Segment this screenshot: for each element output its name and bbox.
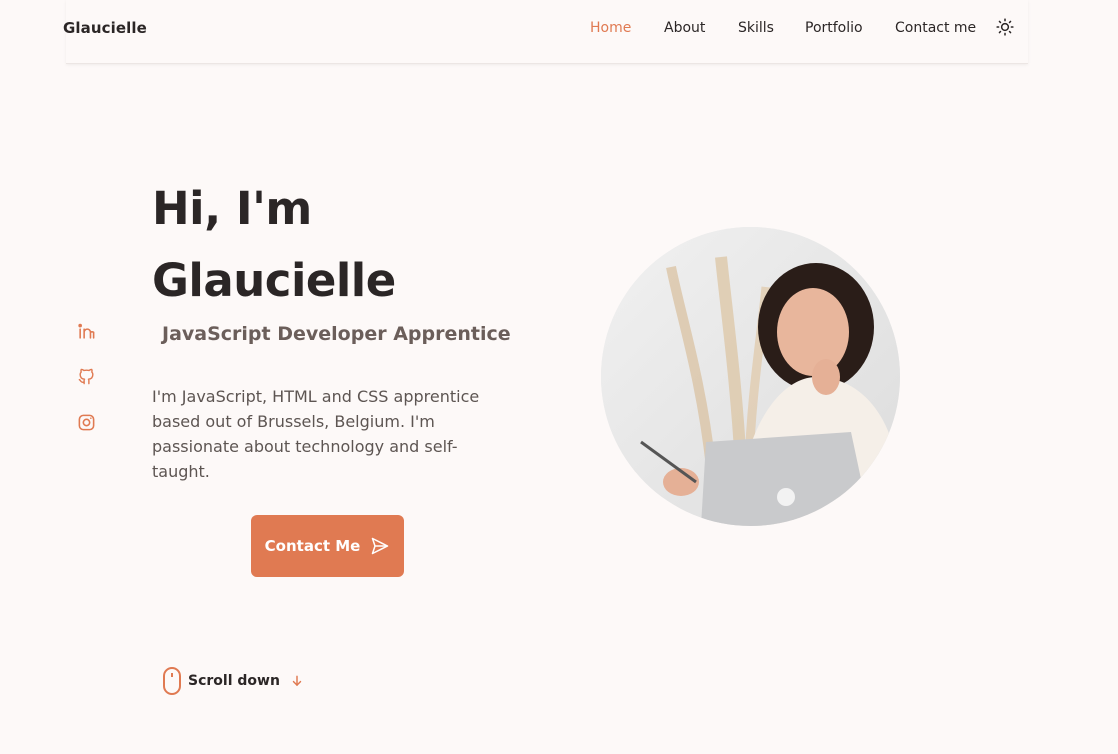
nav-about[interactable]: About	[664, 20, 705, 36]
profile-photo	[601, 227, 900, 526]
nav-skills[interactable]: Skills	[738, 20, 774, 36]
linkedin-icon[interactable]	[77, 322, 96, 341]
instagram-icon[interactable]	[77, 413, 96, 432]
sun-icon[interactable]	[996, 18, 1014, 36]
arrow-down-icon	[292, 675, 302, 687]
hero-greeting: Hi, I'm	[152, 182, 312, 235]
hero-name: Glaucielle	[152, 254, 396, 307]
send-icon	[372, 537, 389, 555]
github-icon[interactable]	[77, 367, 96, 386]
nav-contact[interactable]: Contact me	[895, 20, 976, 36]
scroll-down-link[interactable]: Scroll down	[162, 667, 304, 695]
scroll-down-label: Scroll down	[188, 673, 280, 689]
nav-home[interactable]: Home	[590, 20, 631, 36]
contact-me-label: Contact Me	[264, 537, 361, 555]
hero-subtitle: JavaScript Developer Apprentice	[162, 323, 511, 345]
hero-description: I'm JavaScript, HTML and CSS apprentice …	[152, 387, 480, 481]
nav-links: Home About Skills Portfolio Contact me	[0, 20, 1118, 40]
contact-me-button[interactable]: Contact Me	[251, 515, 404, 577]
nav-portfolio[interactable]: Portfolio	[805, 20, 863, 36]
mouse-icon	[163, 667, 181, 695]
